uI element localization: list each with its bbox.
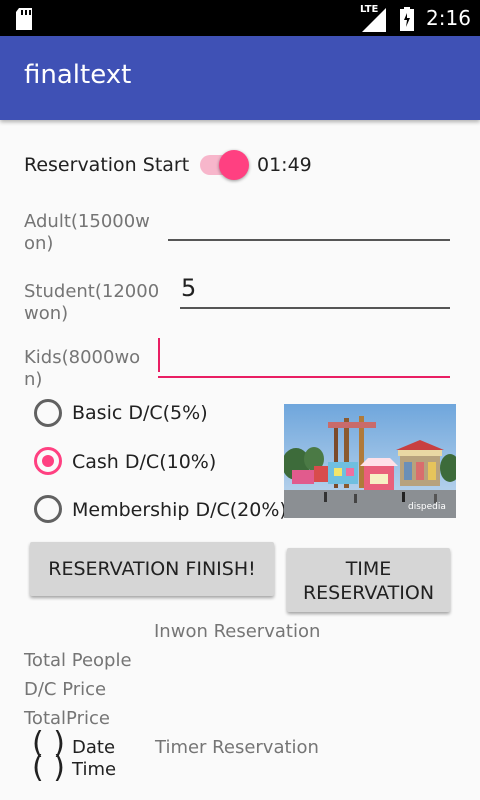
dc-price-label: D/C Price	[24, 679, 107, 700]
switch-thumb[interactable]	[219, 150, 249, 180]
inwon-reservation-title: Inwon Reservation	[154, 621, 321, 642]
timer-display: 01:49	[257, 154, 312, 176]
adult-label-line2: on)	[24, 233, 54, 254]
kids-label-line2: n)	[24, 369, 43, 390]
text-cursor	[158, 338, 160, 372]
amusement-park-picture	[284, 404, 456, 518]
kids-input-underline[interactable]	[158, 376, 450, 378]
student-input[interactable]: 5	[181, 274, 196, 302]
sd-card-icon	[16, 8, 32, 30]
status-bar: LTE 2:16	[0, 0, 480, 36]
student-label-line1: Student(12000	[24, 281, 160, 302]
student-label-line2: won)	[24, 303, 69, 324]
adult-label: Adult(15000w on)	[24, 211, 150, 255]
kids-label: Kids(8000wo n)	[24, 347, 140, 391]
reservation-start-label: Reservation Start	[24, 154, 190, 176]
radio-cash-dc[interactable]	[34, 447, 62, 475]
radio-membership-dc[interactable]	[34, 495, 62, 523]
reservation-finish-label: RESERVATION FINISH!	[48, 558, 256, 580]
radio-cash-dc-label[interactable]: Cash D/C(10%)	[72, 451, 216, 473]
kids-label-line1: Kids(8000wo	[24, 347, 141, 368]
student-input-underline[interactable]	[180, 307, 450, 309]
amusement-park-image: dispedia	[284, 404, 456, 518]
clock: 2:16	[426, 6, 471, 30]
image-watermark: dispedia	[408, 502, 446, 512]
adult-label-line1: Adult(15000w	[24, 211, 150, 232]
app-title: finaltext	[24, 60, 132, 90]
battery-icon	[400, 7, 414, 31]
time-label[interactable]: Time	[72, 759, 116, 780]
time-reservation-label-line1: TIME	[345, 558, 392, 580]
time-reservation-label-line2: RESERVATION	[302, 582, 435, 604]
radio-membership-dc-label[interactable]: Membership D/C(20%)	[72, 499, 287, 521]
adult-input-underline[interactable]	[168, 239, 450, 241]
student-label: Student(12000 won)	[24, 281, 159, 325]
timer-reservation-title: Timer Reservation	[155, 737, 319, 758]
app-bar: finaltext	[0, 36, 480, 120]
date-label[interactable]: Date	[72, 737, 115, 758]
reservation-finish-button[interactable]: RESERVATION FINISH!	[30, 542, 274, 596]
radio-time-partial[interactable]: ( )	[32, 750, 65, 785]
time-reservation-button[interactable]: TIME RESERVATION	[287, 548, 450, 612]
radio-basic-dc[interactable]	[34, 399, 62, 427]
total-people-label: Total People	[24, 650, 132, 671]
radio-basic-dc-label[interactable]: Basic D/C(5%)	[72, 402, 208, 424]
signal-icon	[362, 8, 386, 32]
